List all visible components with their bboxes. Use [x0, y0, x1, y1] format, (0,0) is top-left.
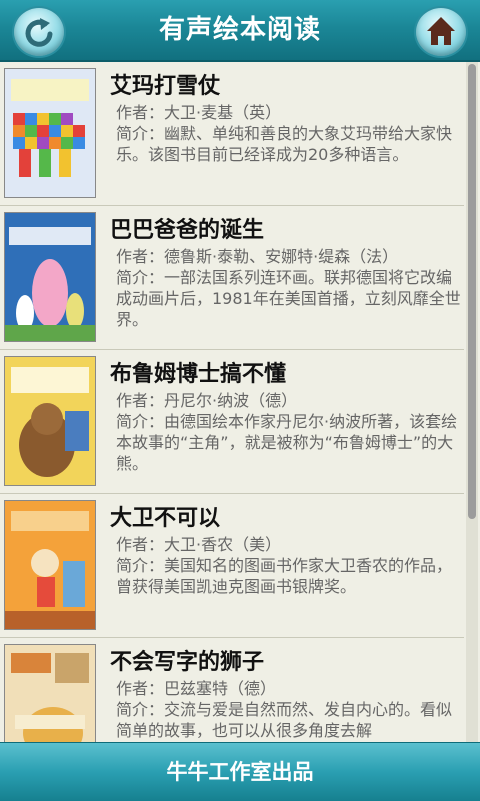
book-author: 作者：巴兹塞特（德）: [116, 679, 277, 698]
book-author: 作者：丹尼尔·纳波（德）: [116, 391, 298, 410]
book-cover-image: [4, 644, 96, 742]
book-title: 大卫不可以: [110, 506, 221, 531]
book-title: 布鲁姆博士搞不懂: [110, 362, 287, 387]
book-summary: 简介：美国知名的图画书作家大卫香农的作品，曾获得美国凯迪克图画书银牌奖。: [116, 556, 453, 596]
list-item-book-4[interactable]: 大卫不可以 作者：大卫·香农（美） 简介：美国知名的图画书作家大卫香农的作品，曾…: [0, 494, 464, 638]
book-title: 不会写字的狮子: [110, 650, 265, 675]
book-cover-image: [4, 212, 96, 342]
book-author: 作者：大卫·香农（美）: [116, 535, 282, 554]
scrollbar[interactable]: [466, 62, 478, 742]
book-cover-image: [4, 356, 96, 486]
book-cover-image: [4, 68, 96, 198]
book-summary: 简介：一部法国系列连环画。联邦德国将它改编成动画片后，1981年在美国首播，立刻…: [116, 268, 461, 329]
list-item-book-2[interactable]: 巴巴爸爸的诞生 作者：德鲁斯·泰勒、安娜特·缇森（法） 简介：一部法国系列连环画…: [0, 206, 464, 350]
home-icon: [427, 17, 455, 45]
book-list[interactable]: 艾玛打雪仗 作者：大卫·麦基（英） 简介：幽默、单纯和善良的大象艾玛带给大家快乐…: [0, 62, 464, 742]
title-bar: 有声绘本阅读: [0, 0, 480, 62]
book-author: 作者：德鲁斯·泰勒、安娜特·缇森（法）: [116, 247, 399, 266]
footer-credit: 牛牛工作室出品: [0, 742, 480, 801]
book-title: 巴巴爸爸的诞生: [110, 218, 265, 243]
list-item-book-1[interactable]: 艾玛打雪仗 作者：大卫·麦基（英） 简介：幽默、单纯和善良的大象艾玛带给大家快乐…: [0, 62, 464, 206]
book-cover-image: [4, 500, 96, 630]
book-summary: 简介：幽默、单纯和善良的大象艾玛带给大家快乐。该图书目前已经译成为20多种语言。: [116, 124, 453, 164]
scrollbar-thumb[interactable]: [468, 64, 476, 519]
home-button[interactable]: [414, 6, 468, 58]
book-summary: 简介：交流与爱是自然而然、发自内心的。看似简单的故事，也可以从很多角度去解: [116, 700, 453, 740]
book-summary: 简介：由德国绘本作家丹尼尔·纳波所著，该套绘本故事的“主角”，就是被称为“布鲁姆…: [116, 412, 458, 473]
book-title: 艾玛打雪仗: [110, 74, 221, 99]
list-item-book-5[interactable]: 不会写字的狮子 作者：巴兹塞特（德） 简介：交流与爱是自然而然、发自内心的。看似…: [0, 638, 464, 742]
page-title: 有声绘本阅读: [158, 15, 321, 45]
book-author: 作者：大卫·麦基（英）: [116, 103, 282, 122]
list-item-book-3[interactable]: 布鲁姆博士搞不懂 作者：丹尼尔·纳波（德） 简介：由德国绘本作家丹尼尔·纳波所著…: [0, 350, 464, 494]
